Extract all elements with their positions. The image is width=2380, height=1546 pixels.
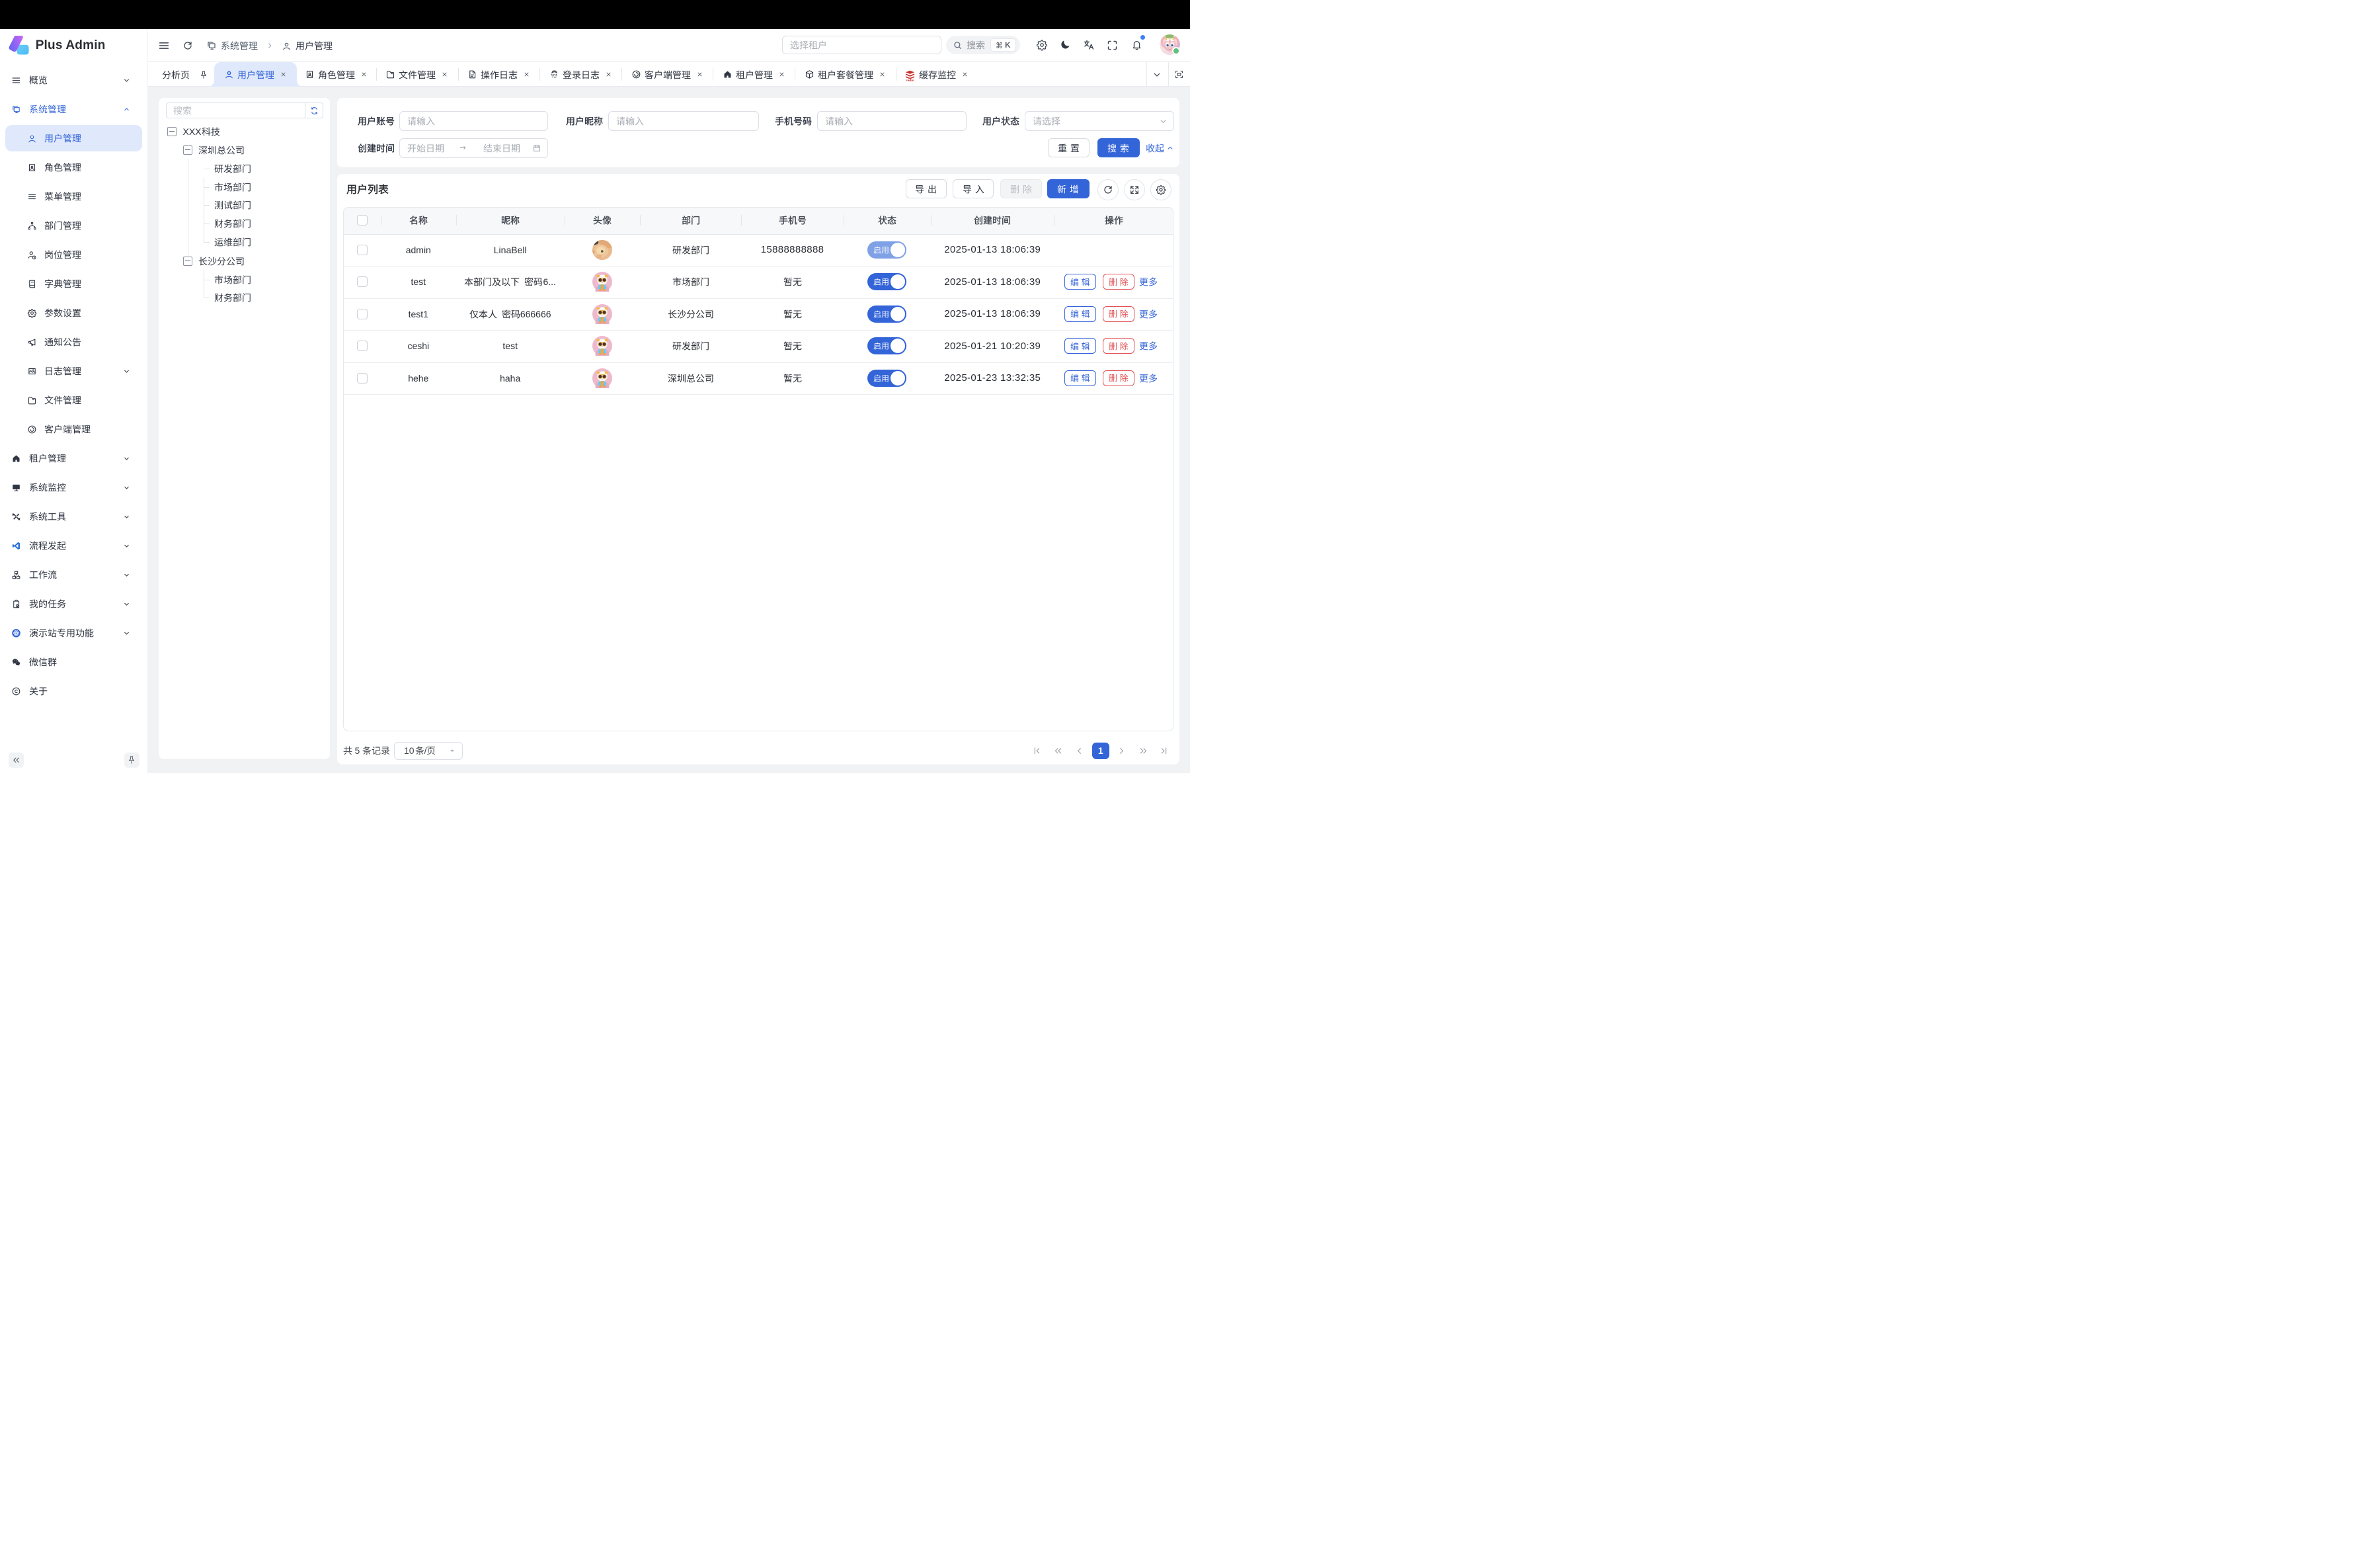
- svg-text:redis: redis: [906, 78, 914, 81]
